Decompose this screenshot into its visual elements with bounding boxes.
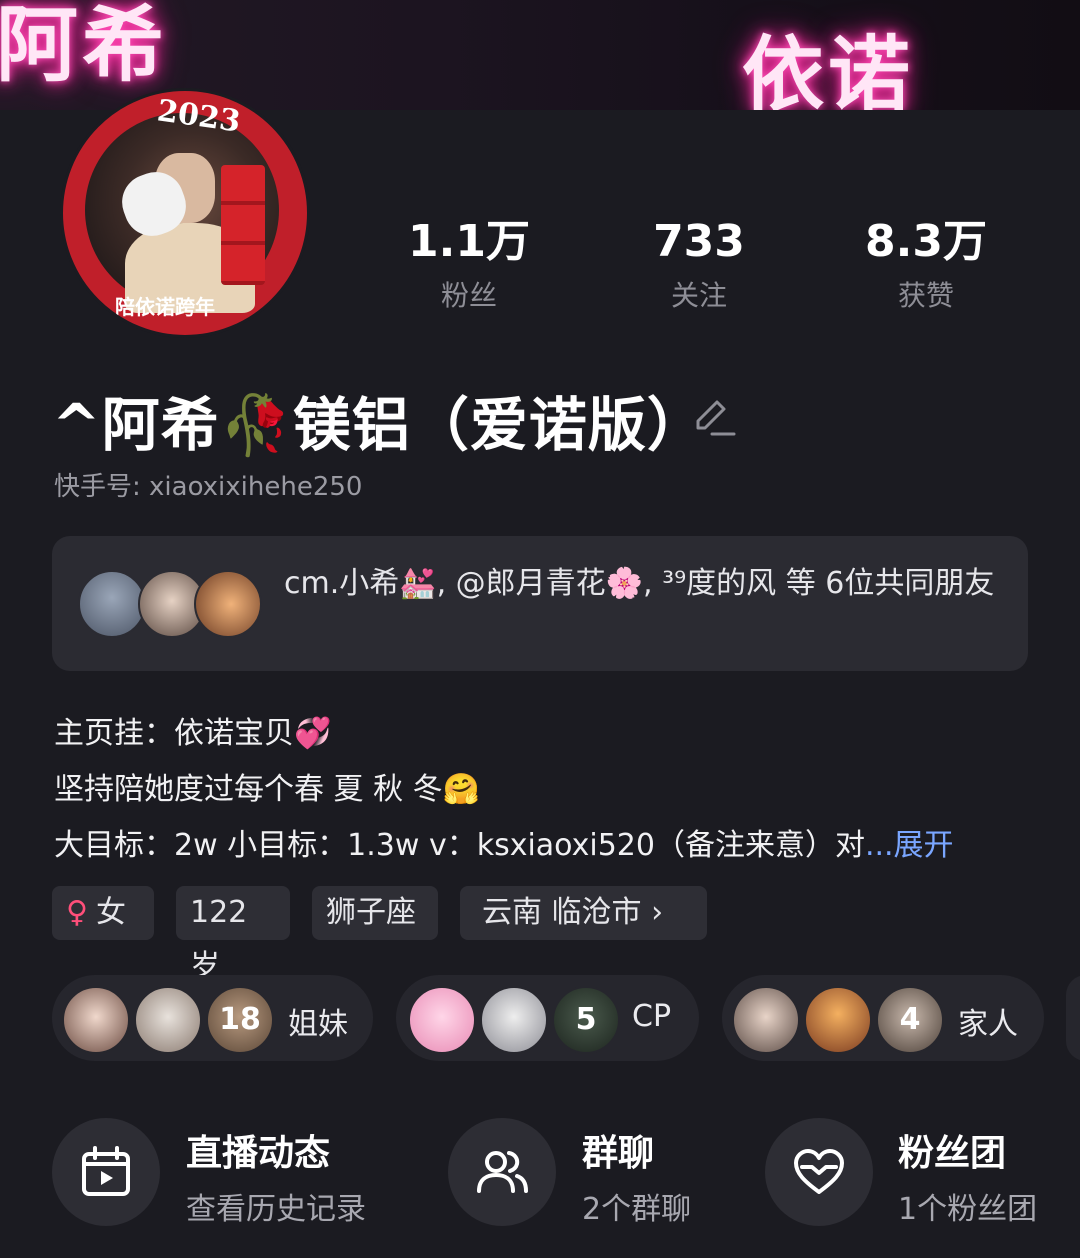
following-stat[interactable]: 733 关注 bbox=[619, 216, 779, 314]
group-chat-button[interactable] bbox=[448, 1118, 556, 1226]
live-history-title[interactable]: 直播动态 bbox=[186, 1124, 330, 1176]
likes-count: 8.3万 bbox=[865, 216, 987, 267]
gender-tag: ♀ 女 bbox=[52, 886, 154, 940]
bio-line: 大目标：2w 小目标：1.3w v：ksxiaoxi520（备注来意）对...展… bbox=[54, 820, 954, 864]
age-tag: 122岁 bbox=[176, 886, 290, 984]
banner-left-text: 阿希 bbox=[0, 0, 169, 93]
expand-link[interactable]: ...展开 bbox=[865, 828, 954, 863]
likes-stat[interactable]: 8.3万 获赞 bbox=[846, 216, 1006, 314]
likes-label: 获赞 bbox=[897, 279, 954, 312]
calendar-play-icon bbox=[82, 1146, 130, 1196]
group-member-count: 4 bbox=[876, 986, 944, 1054]
zodiac-tag: 狮子座 bbox=[312, 886, 438, 940]
following-count: 733 bbox=[653, 216, 745, 267]
group-member-avatar bbox=[134, 986, 202, 1054]
group-member-avatar bbox=[732, 986, 800, 1054]
avatar-ring-bottom-text: 陪依诺跨年 bbox=[115, 295, 215, 319]
followers-label: 粉丝 bbox=[440, 279, 497, 312]
mutual-friend-avatar bbox=[78, 570, 146, 638]
mutual-friends-card[interactable]: cm.小希💒, @郎月青花🌸, ³⁹度的风 等 6位共同朋友 bbox=[52, 536, 1028, 671]
group-chat-subtitle: 2个群聊 bbox=[582, 1192, 692, 1227]
mutual-friends-text: cm.小希💒, @郎月青花🌸, ³⁹度的风 等 6位共同朋友 bbox=[284, 566, 995, 601]
group-member-avatar bbox=[804, 986, 872, 1054]
live-history-button[interactable] bbox=[52, 1118, 160, 1226]
avatar[interactable]: 2023 陪依诺跨年 bbox=[60, 88, 310, 338]
group-people-icon bbox=[477, 1151, 528, 1193]
fan-club-button[interactable] bbox=[765, 1118, 873, 1226]
kuaishou-id[interactable]: 快手号: xiaoxixihehe250 bbox=[54, 466, 362, 503]
female-icon: ♀ bbox=[66, 895, 88, 930]
bio-line: 主页挂：依诺宝贝💞 bbox=[54, 716, 332, 751]
group-label: CP bbox=[632, 999, 672, 1034]
following-label: 关注 bbox=[670, 279, 727, 312]
group-chat-title[interactable]: 群聊 bbox=[582, 1124, 654, 1176]
group-more-partial[interactable] bbox=[1066, 975, 1080, 1061]
location-tag[interactable]: 云南 临沧市 › bbox=[460, 886, 707, 940]
avatar-fu-badge bbox=[221, 165, 265, 285]
followers-count: 1.1万 bbox=[408, 216, 530, 267]
edit-icon[interactable] bbox=[690, 394, 736, 440]
group-member-avatar bbox=[408, 986, 476, 1054]
group-label: 家人 bbox=[958, 1007, 1018, 1042]
group-label: 姐妹 bbox=[288, 1007, 348, 1042]
group-family[interactable]: 4 家人 bbox=[722, 975, 1044, 1061]
mutual-friend-avatar bbox=[194, 570, 262, 638]
avatar-photo bbox=[85, 113, 279, 313]
fan-club-title[interactable]: 粉丝团 bbox=[898, 1124, 1006, 1176]
bio-line-text: 大目标：2w 小目标：1.3w v：ksxiaoxi520（备注来意）对 bbox=[54, 828, 865, 863]
fan-club-subtitle: 1个粉丝团 bbox=[898, 1192, 1038, 1227]
followers-stat[interactable]: 1.1万 粉丝 bbox=[389, 216, 549, 314]
group-cp[interactable]: 5 CP bbox=[396, 975, 699, 1061]
group-sisters[interactable]: 18 姐妹 bbox=[52, 975, 373, 1061]
group-member-avatar bbox=[480, 986, 548, 1054]
group-member-count: 18 bbox=[206, 986, 274, 1054]
gender-label: 女 bbox=[95, 895, 126, 930]
group-member-avatar bbox=[62, 986, 130, 1054]
bio-line: 坚持陪她度过每个春 夏 秋 冬🤗 bbox=[54, 772, 480, 807]
profile-name: ^阿希🥀镁铝（爱诺版） bbox=[52, 391, 706, 459]
group-member-count: 5 bbox=[552, 986, 620, 1054]
banner-right-text: 依诺 bbox=[742, 28, 915, 110]
heart-icon bbox=[794, 1149, 844, 1194]
live-history-subtitle: 查看历史记录 bbox=[186, 1192, 366, 1227]
